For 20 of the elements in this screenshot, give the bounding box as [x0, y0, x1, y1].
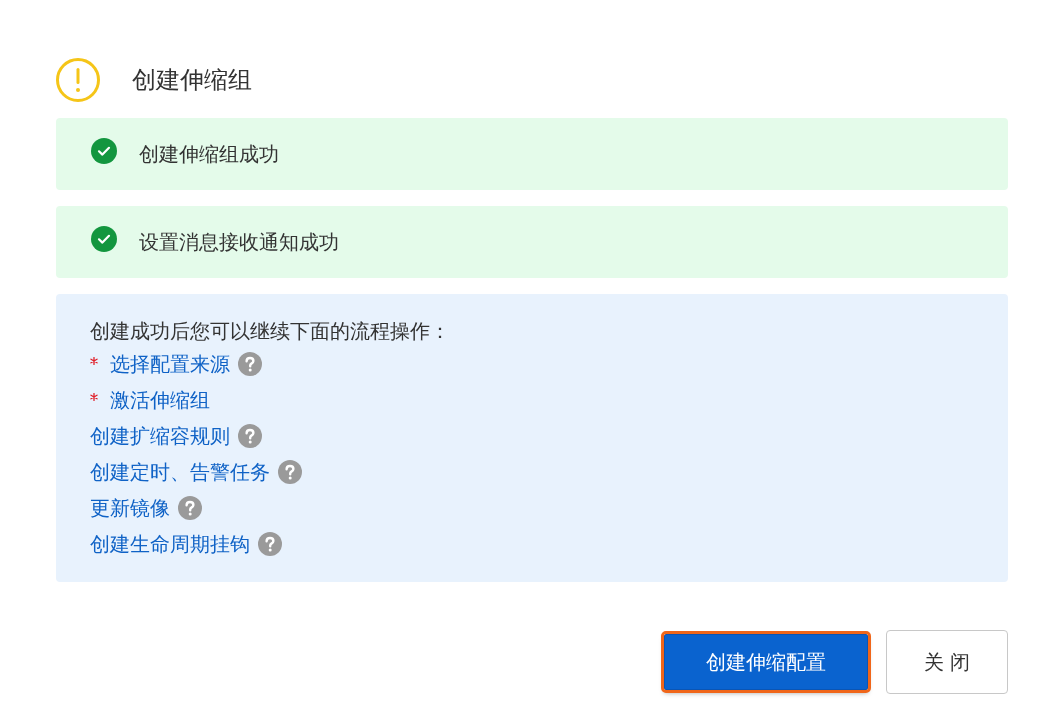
- check-circle-icon: [91, 226, 117, 252]
- dialog-title: 创建伸缩组: [132, 65, 252, 95]
- step-link[interactable]: 选择配置来源: [110, 350, 230, 378]
- alert-text: 创建伸缩组成功: [139, 142, 279, 167]
- help-icon[interactable]: [258, 532, 282, 556]
- step-link[interactable]: 创建扩缩容规则: [90, 422, 230, 450]
- help-icon[interactable]: [178, 496, 202, 520]
- step-link[interactable]: 创建生命周期挂钩: [90, 530, 250, 558]
- create-config-button[interactable]: 创建伸缩配置: [664, 634, 868, 690]
- step-link[interactable]: 创建定时、告警任务: [90, 458, 270, 486]
- alert-text: 设置消息接收通知成功: [139, 230, 339, 255]
- info-text: 创建成功后您可以继续下面的流程操作：: [90, 319, 450, 344]
- step-link[interactable]: 激活伸缩组: [110, 386, 210, 414]
- warning-icon: [56, 58, 100, 102]
- help-icon[interactable]: [278, 460, 302, 484]
- help-icon[interactable]: [238, 352, 262, 376]
- close-button[interactable]: 关 闭: [886, 630, 1008, 694]
- check-circle-icon: [91, 138, 117, 164]
- step-link[interactable]: 更新镜像: [90, 494, 170, 522]
- help-icon[interactable]: [238, 424, 262, 448]
